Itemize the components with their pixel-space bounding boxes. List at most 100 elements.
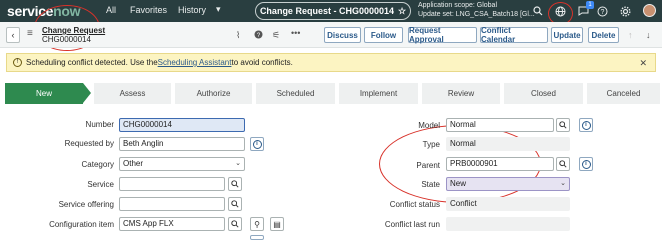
- stage-new: New: [5, 83, 83, 104]
- arrow-up-icon[interactable]: ↑: [628, 30, 633, 40]
- app-scope[interactable]: Application scope: Global Update set: LN…: [418, 1, 535, 19]
- type-field: Normal: [446, 137, 570, 151]
- more-options-icon[interactable]: •••: [291, 28, 300, 38]
- state-select[interactable]: New ⌄: [446, 177, 570, 191]
- scope-line: Application scope: Global: [418, 2, 497, 9]
- update-button[interactable]: Update: [551, 27, 583, 43]
- info-icon: i: [581, 120, 591, 130]
- nav-chevron-icon[interactable]: ▾: [216, 4, 221, 15]
- record-title: Change Request - CHG0000014: [259, 6, 394, 16]
- paperclip-icon[interactable]: ⌇: [236, 30, 240, 41]
- stage-review: Review: [422, 83, 500, 104]
- hierarchy-icon: ⚲: [254, 219, 260, 229]
- stage-assess: Assess: [94, 83, 171, 104]
- notification-badge: 1: [586, 1, 594, 9]
- number-field[interactable]: CHG0000014: [119, 118, 245, 132]
- chevron-down-icon: ⌄: [235, 160, 241, 167]
- search-icon: [559, 160, 567, 168]
- requested-by-label: Requested by: [64, 139, 114, 148]
- model-field[interactable]: Normal: [446, 118, 554, 132]
- type-label: Type: [422, 140, 440, 149]
- model-info-button[interactable]: i: [579, 118, 593, 132]
- service-label: Service: [87, 180, 114, 189]
- follow-button[interactable]: Follow: [364, 27, 403, 43]
- service-offering-label: Service offering: [58, 200, 114, 209]
- model-lookup-button[interactable]: [556, 118, 570, 132]
- close-icon[interactable]: ✕: [639, 58, 647, 69]
- number-label: Number: [85, 120, 114, 129]
- warning-text-after: to avoid conflicts.: [231, 58, 293, 67]
- search-icon: [231, 200, 239, 208]
- request-approval-button[interactable]: Request Approval: [408, 26, 477, 44]
- conflict-calendar-button[interactable]: Conflict Calendar: [480, 26, 548, 44]
- record-header: ‹ ≡ Change Request CHG0000014 ⌇ ? ⚟ ••• …: [0, 22, 662, 48]
- chevron-down-icon: ⌄: [560, 180, 566, 187]
- category-value: Other: [123, 159, 144, 168]
- help-icon[interactable]: ?: [595, 4, 609, 18]
- parent-field[interactable]: PRB0000901: [446, 157, 554, 171]
- conflict-last-run-label: Conflict last run: [384, 220, 440, 229]
- category-select[interactable]: Other ⌄: [119, 157, 245, 171]
- star-icon[interactable]: ☆: [398, 6, 406, 17]
- update-set-line: Update set: LNG_CSA_Batch18 [Gl...: [418, 11, 535, 18]
- settings-sliders-icon[interactable]: ⚟: [272, 30, 280, 41]
- stage-arrow: [83, 83, 91, 103]
- arrow-down-icon[interactable]: ↓: [646, 30, 651, 40]
- dependency-map-button[interactable]: ⚲: [250, 217, 264, 231]
- nav-favorites[interactable]: Favorites: [130, 5, 167, 15]
- info-icon: i: [581, 159, 591, 169]
- search-icon[interactable]: [531, 4, 545, 18]
- info-icon: !: [13, 58, 22, 67]
- info-icon: i: [252, 139, 262, 149]
- conflict-status-field: Conflict: [446, 197, 570, 211]
- svg-text:?: ?: [600, 9, 604, 16]
- requested-by-info-button[interactable]: i: [250, 137, 264, 151]
- back-button[interactable]: ‹: [6, 27, 20, 43]
- activity-icon[interactable]: ?: [254, 30, 263, 41]
- configuration-item-label: Configuration item: [49, 220, 114, 229]
- nav-all[interactable]: All: [106, 5, 116, 15]
- search-icon: [231, 220, 239, 228]
- service-offering-lookup-button[interactable]: [228, 197, 242, 211]
- user-avatar[interactable]: [643, 4, 656, 17]
- delete-button[interactable]: Delete: [588, 27, 619, 43]
- category-label: Category: [81, 160, 114, 169]
- model-label: Model: [418, 121, 440, 130]
- requested-by-field[interactable]: Beth Anglin: [119, 137, 245, 151]
- globe-icon[interactable]: [553, 4, 567, 18]
- service-lookup-button[interactable]: [228, 177, 242, 191]
- configuration-item-info-button[interactable]: [250, 235, 264, 240]
- stage-canceled: Canceled: [587, 83, 660, 104]
- conflict-status-label: Conflict status: [389, 200, 440, 209]
- menu-icon[interactable]: ≡: [27, 28, 33, 39]
- stage-closed: Closed: [504, 83, 583, 104]
- scheduling-assistant-link[interactable]: Scheduling Assistant: [158, 58, 232, 67]
- stage-implement: Implement: [339, 83, 418, 104]
- record-title-pill[interactable]: Change Request - CHG0000014 ☆: [255, 2, 411, 20]
- top-nav: servicenow All Favorites History ▾ Chang…: [0, 0, 662, 22]
- search-icon: [559, 121, 567, 129]
- scheduling-conflict-warning: ! Scheduling conflict detected. Use the …: [6, 53, 656, 72]
- database-icon: ▤: [273, 219, 281, 229]
- chevron-left-icon: ‹: [11, 30, 15, 40]
- parent-info-button[interactable]: i: [579, 157, 593, 171]
- servicenow-logo[interactable]: servicenow: [7, 3, 81, 19]
- stage-scheduled: Scheduled: [256, 83, 335, 104]
- nav-history[interactable]: History: [178, 5, 206, 15]
- gear-icon[interactable]: [618, 4, 632, 18]
- record-number: CHG0000014: [42, 35, 91, 44]
- search-icon: [231, 180, 239, 188]
- record-table-name: Change Request: [42, 26, 106, 35]
- conflict-last-run-field: [446, 217, 570, 231]
- configuration-item-field[interactable]: CMS App FLX: [119, 217, 225, 231]
- record-heading: Change Request CHG0000014: [42, 26, 105, 44]
- parent-lookup-button[interactable]: [556, 157, 570, 171]
- service-field[interactable]: [119, 177, 225, 191]
- state-label: State: [421, 180, 440, 189]
- service-offering-field[interactable]: [119, 197, 225, 211]
- discuss-button[interactable]: Discuss: [324, 27, 361, 43]
- state-value: New: [450, 179, 467, 188]
- cmdb-button[interactable]: ▤: [270, 217, 284, 231]
- configuration-item-lookup-button[interactable]: [228, 217, 242, 231]
- stage-authorize: Authorize: [175, 83, 252, 104]
